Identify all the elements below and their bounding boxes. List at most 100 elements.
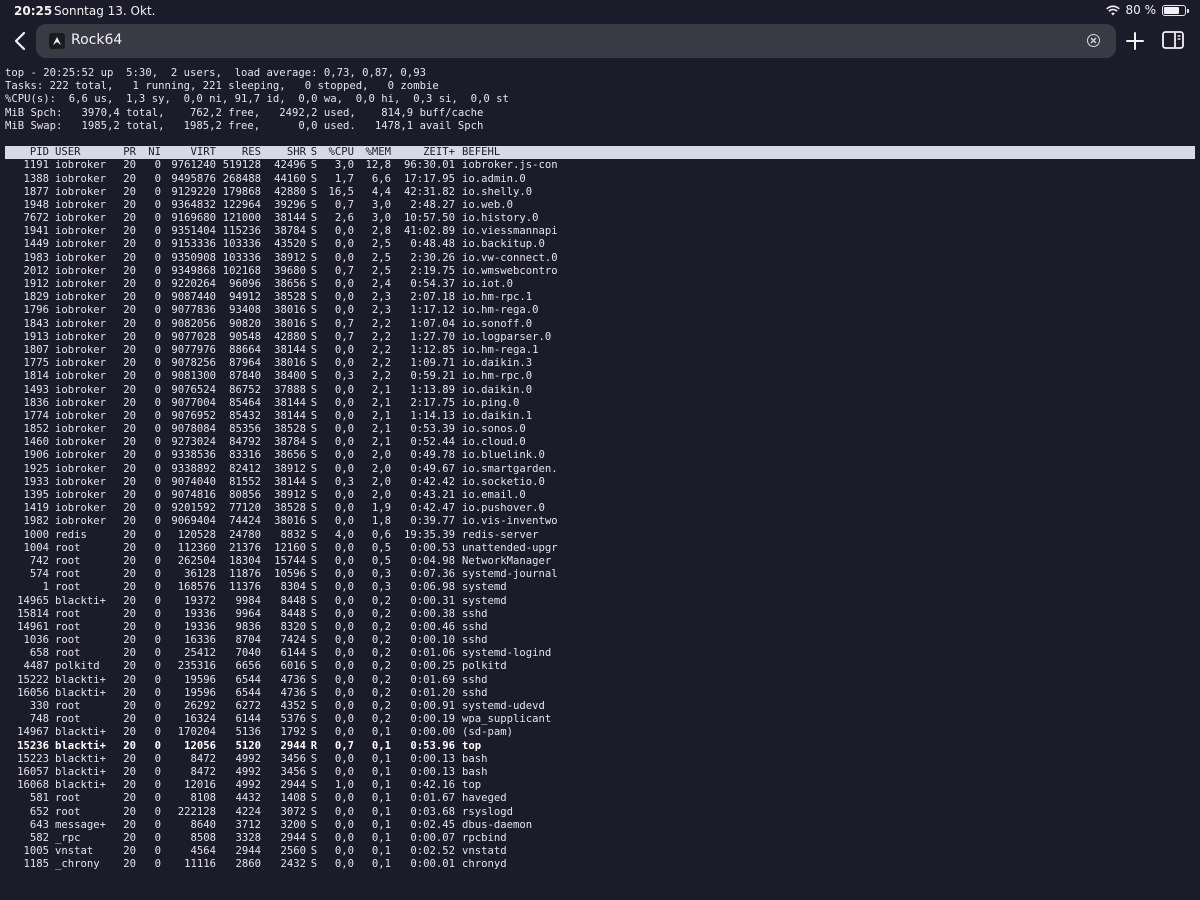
cell-time: 1:27.70 xyxy=(410,330,455,343)
cell-pid: 16057 xyxy=(17,765,49,778)
column-header-pr: PR xyxy=(123,146,136,159)
cell-pid: 1419 xyxy=(23,502,49,515)
cell-command: unattended-upgr xyxy=(462,541,558,554)
cell-virt: 9087440 xyxy=(171,291,216,304)
sidebar-toggle-button[interactable] xyxy=(1162,31,1184,49)
cell-ni: 0 xyxy=(154,251,161,264)
cell-ni: 0 xyxy=(154,673,161,686)
table-row: 15223 blackti+ 20 0 8472 4992 3456 S 0,0 0,1 0:00.… xyxy=(5,753,1195,766)
cell-cpu: 0,0 xyxy=(334,634,354,647)
cell-ni: 0 xyxy=(154,159,161,172)
cell-ni: 0 xyxy=(154,581,161,594)
cell-time: 0:00.10 xyxy=(410,634,455,647)
cell-mem: 2,2 xyxy=(371,370,391,383)
cell-command: io.daikin.0 xyxy=(462,383,533,396)
status-date: Sonntag 13. Okt. xyxy=(54,4,156,18)
site-title: Rock64 xyxy=(71,32,123,48)
cell-command: io.email.0 xyxy=(462,489,526,501)
terminal-output[interactable]: top - 20:25:52 up 5:30, 2 users, load av… xyxy=(5,67,1195,871)
cell-state: S xyxy=(310,383,318,396)
cell-user: iobroker xyxy=(55,304,107,317)
cell-virt: 26292 xyxy=(184,700,216,712)
cell-pr: 20 xyxy=(123,172,136,185)
cell-state: S xyxy=(310,225,318,238)
cell-ni: 0 xyxy=(154,660,161,673)
cell-cpu: 0,0 xyxy=(334,225,354,238)
cell-shr: 38528 xyxy=(274,502,306,515)
cell-pr: 20 xyxy=(123,779,136,792)
cell-user: iobroker xyxy=(55,462,107,475)
table-row: 330 root 20 0 26292 6272 4352 S 0,0 0,2 0:00.91 sys… xyxy=(5,700,1195,713)
cell-time: 0:01.69 xyxy=(410,673,455,686)
table-row: 1774 iobroker 20 0 9076952 85432 38144 S 0,0 2,1 1… xyxy=(5,410,1195,423)
cell-time: 0:42.47 xyxy=(410,502,455,515)
cell-pid: 1948 xyxy=(23,198,49,211)
address-bar[interactable]: Rock64 xyxy=(36,24,1116,58)
cell-shr: 38784 xyxy=(274,225,306,238)
cell-command: io.vw-connect.0 xyxy=(462,251,558,264)
cell-cpu: 0,3 xyxy=(334,370,354,383)
cell-ni: 0 xyxy=(154,779,161,792)
cell-virt: 9349868 xyxy=(171,264,216,277)
cell-pr: 20 xyxy=(123,660,136,673)
cell-pid: 1036 xyxy=(23,634,49,647)
cell-time: 96:30.01 xyxy=(403,159,455,172)
table-row: 1933 iobroker 20 0 9074040 81552 38144 S 0,3 2,0 0… xyxy=(5,476,1195,489)
cell-ni: 0 xyxy=(154,423,161,436)
cell-virt: 9078256 xyxy=(171,357,216,370)
table-row: 652 root 20 0 222128 4224 3072 S 0,0 0,1 0:03.68 rs… xyxy=(5,806,1195,819)
cell-state: S xyxy=(310,291,318,304)
cell-ni: 0 xyxy=(154,370,161,383)
cell-res: 3712 xyxy=(235,818,261,831)
cell-pr: 20 xyxy=(123,238,136,251)
cell-state: S xyxy=(310,845,318,858)
cell-virt: 9081300 xyxy=(171,370,216,383)
cell-cpu: 0,0 xyxy=(334,765,354,778)
cell-virt: 9364832 xyxy=(171,198,216,211)
back-button[interactable] xyxy=(10,28,30,54)
column-header-virt: VIRT xyxy=(190,146,216,159)
cell-ni: 0 xyxy=(154,449,161,462)
cell-state: S xyxy=(310,409,318,422)
cell-pr: 20 xyxy=(123,436,136,449)
clear-x-icon[interactable] xyxy=(1087,34,1100,47)
cell-cpu: 16,5 xyxy=(328,185,354,198)
cell-res: 87964 xyxy=(229,357,261,370)
new-tab-button[interactable] xyxy=(1124,28,1146,54)
table-row: 1912 iobroker 20 0 9220264 96096 38656 S 0,0 2,4 0… xyxy=(5,278,1195,291)
cell-time: 2:17.75 xyxy=(410,396,455,409)
process-table: 1191 iobroker 20 0 9761240 519128 42496 S 3,0 12,… xyxy=(5,159,1195,871)
cell-virt: 8472 xyxy=(190,752,216,765)
cell-mem: 0,5 xyxy=(371,541,391,554)
cell-state: S xyxy=(310,805,318,818)
summary-uptime-line: top - 20:25:52 up 5:30, 2 users, load av… xyxy=(5,67,426,79)
cell-res: 6144 xyxy=(235,713,261,726)
table-row: 1460 iobroker 20 0 9273024 84792 38784 S 0,0 2,1 0… xyxy=(5,436,1195,449)
cell-cpu: 0,0 xyxy=(334,423,354,436)
cell-shr: 2944 xyxy=(280,739,306,752)
cell-pid: 1000 xyxy=(23,528,49,541)
cell-command: vnstatd xyxy=(462,845,507,858)
cell-time: 0:49.67 xyxy=(410,462,455,475)
cell-command: io.hm-rega.0 xyxy=(462,304,539,317)
status-right: 80 % xyxy=(1105,3,1189,17)
cell-mem: 0,2 xyxy=(371,660,391,673)
cell-user: root xyxy=(55,541,81,554)
cell-res: 103336 xyxy=(222,238,261,251)
cell-mem: 0,1 xyxy=(371,845,391,858)
cell-ni: 0 xyxy=(154,475,161,488)
cell-pr: 20 xyxy=(123,752,136,765)
cell-cpu: 0,0 xyxy=(334,568,354,581)
cell-mem: 2,4 xyxy=(371,278,391,290)
cell-state: S xyxy=(310,436,318,449)
cell-ni: 0 xyxy=(154,858,161,871)
cell-virt: 16324 xyxy=(184,713,216,726)
cell-cpu: 0,0 xyxy=(334,541,354,554)
cell-cpu: 0,0 xyxy=(334,343,354,356)
cell-cpu: 0,0 xyxy=(334,752,354,765)
cell-res: 80856 xyxy=(229,489,261,501)
cell-time: 2:19.75 xyxy=(410,264,455,277)
cell-virt: 25412 xyxy=(184,647,216,660)
cell-pid: 581 xyxy=(29,792,49,805)
cell-virt: 9074040 xyxy=(171,475,216,488)
